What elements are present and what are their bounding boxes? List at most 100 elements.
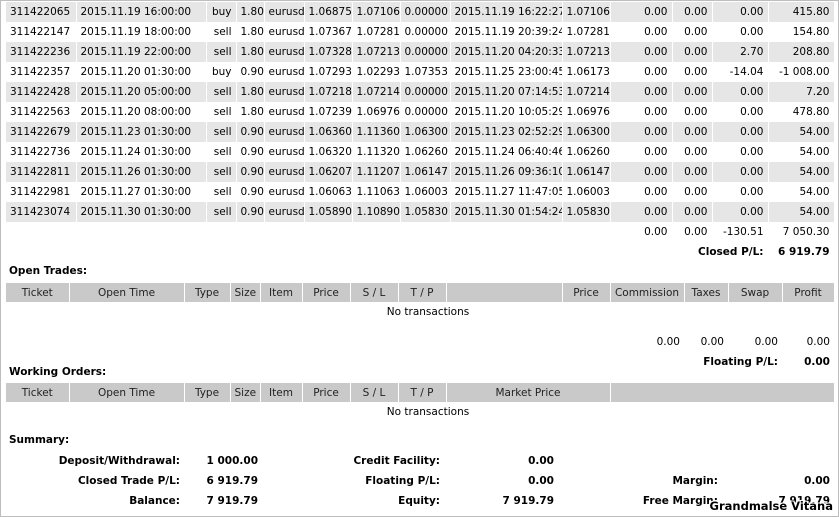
cell-size: 0.90 (236, 202, 265, 222)
cell-sl: 1.11320 (352, 142, 401, 162)
cell-price: 1.06207 (304, 162, 353, 182)
cell-swap: 0.00 (712, 122, 769, 142)
cell-price: 1.05890 (304, 202, 353, 222)
open-trades-header: Ticket Open Time Type Size Item Price S / LT /… (6, 283, 835, 302)
cell-sl: 1.11360 (352, 122, 401, 142)
closed-trades-body: 311422065 2015.11.19 16:00:00 buy 1.80 eurus… (6, 2, 835, 222)
cell-size: 1.80 (236, 42, 265, 62)
cell-item: eurusd (264, 102, 305, 122)
working-orders-header: Ticket Open Time Type Size Item Price S / LT /… (6, 383, 835, 402)
cell-item: eurusd (264, 22, 305, 42)
cell-open-time: 2015.11.19 22:00:00 (76, 42, 207, 62)
working-orders-title: Working Orders: (9, 366, 107, 378)
total-commission: 0.00 (610, 222, 673, 242)
cell-open-time: 2015.11.20 08:00:00 (76, 102, 207, 122)
cell-close-price: 1.07214 (562, 82, 611, 102)
cell-close-price: 1.06003 (562, 182, 611, 202)
open-header-cell: Swap (728, 283, 783, 302)
cell-item: eurusd (264, 202, 305, 222)
cell-open-time: 2015.11.20 05:00:00 (76, 82, 207, 102)
cell-profit: 478.80 (768, 102, 835, 122)
closed-pl-value: 6 919.79 (768, 242, 835, 262)
cell-close-price: 1.06300 (562, 122, 611, 142)
table-row: 311422811 2015.11.26 01:30:00 sell 0.90 euru… (6, 162, 835, 182)
open-header-cell: Price (562, 283, 611, 302)
free-margin-label: Free Margin: (642, 495, 718, 507)
margin-value: 0.00 (804, 475, 830, 487)
open-header-cell: Taxes (684, 283, 729, 302)
closed-pl-label: Closed P/L: (610, 242, 769, 262)
cell-swap: 0.00 (712, 162, 769, 182)
balance-label: Balance: (129, 495, 180, 507)
cell-close-time: 2015.11.20 07:14:53 (450, 82, 563, 102)
open-header-cell: T / P (398, 283, 447, 302)
credit-value: 0.00 (528, 455, 554, 467)
cell-sl: 1.07214 (352, 82, 401, 102)
open-totals-row: 0.00 0.00 0.00 0.00 (6, 332, 834, 352)
cell-ticket: 311423074 (6, 202, 77, 222)
total-swap: -130.51 (712, 222, 769, 242)
cell-item: eurusd (264, 162, 305, 182)
cell-commission: 0.00 (610, 62, 673, 82)
cell-open-time: 2015.11.27 01:30:00 (76, 182, 207, 202)
cell-commission: 0.00 (610, 142, 673, 162)
cell-taxes: 0.00 (672, 142, 713, 162)
cell-taxes: 0.00 (672, 122, 713, 142)
cell-swap: 0.00 (712, 142, 769, 162)
cell-close-price: 1.07213 (562, 42, 611, 62)
cell-ticket: 311422736 (6, 142, 77, 162)
cell-swap: -14.04 (712, 62, 769, 82)
cell-open-time: 2015.11.19 16:00:00 (76, 2, 207, 22)
cell-close-time: 2015.11.25 23:00:45 (450, 62, 563, 82)
floating-pl-row: Floating P/L: 0.00 (6, 352, 834, 372)
cell-sl: 1.07281 (352, 22, 401, 42)
cell-type: sell (206, 202, 237, 222)
cell-ticket: 311422147 (6, 22, 77, 42)
total-profit: 7 050.30 (768, 222, 835, 242)
cell-commission: 0.00 (610, 122, 673, 142)
cell-type: sell (206, 82, 237, 102)
cell-close-time: 2015.11.30 01:54:24 (450, 202, 563, 222)
cell-close-price: 1.06260 (562, 142, 611, 162)
open-total-profit: 0.00 (806, 336, 830, 348)
cell-price: 1.06063 (304, 182, 353, 202)
table-row: 311422563 2015.11.20 08:00:00 sell 1.80 euru… (6, 102, 835, 122)
cell-swap: 2.70 (712, 42, 769, 62)
cell-close-time: 2015.11.24 06:40:46 (450, 142, 563, 162)
wo-header-cell: Item (260, 383, 303, 402)
cell-profit: 54.00 (768, 122, 835, 142)
cell-open-time: 2015.11.26 01:30:00 (76, 162, 207, 182)
cell-item: eurusd (264, 82, 305, 102)
cell-price: 1.07293 (304, 62, 353, 82)
open-no-transactions: No transactions (386, 306, 470, 318)
cell-tp: 0.00000 (400, 82, 451, 102)
open-trades-title: Open Trades: (9, 265, 88, 277)
floating-pl-value: 0.00 (804, 356, 830, 368)
cell-open-time: 2015.11.19 18:00:00 (76, 22, 207, 42)
cell-type: buy (206, 62, 237, 82)
cell-item: eurusd (264, 62, 305, 82)
cell-profit: 154.80 (768, 22, 835, 42)
cell-commission: 0.00 (610, 102, 673, 122)
cell-profit: -1 008.00 (768, 62, 835, 82)
table-row: 311422065 2015.11.19 16:00:00 buy 1.80 eurus… (6, 2, 835, 22)
equity-label: Equity: (398, 495, 440, 507)
cell-profit: 7.20 (768, 82, 835, 102)
cell-ticket: 311422981 (6, 182, 77, 202)
open-header-cell: S / L (350, 283, 399, 302)
cell-close-time: 2015.11.26 09:36:10 (450, 162, 563, 182)
table-row: 311422679 2015.11.23 01:30:00 sell 0.90 euru… (6, 122, 835, 142)
total-taxes: 0.00 (672, 222, 713, 242)
closed-totals-row: 0.00 0.00 -130.51 7 050.30 (6, 222, 835, 242)
equity-value: 7 919.79 (502, 495, 554, 507)
cell-size: 1.80 (236, 82, 265, 102)
wo-header-cell: Ticket (6, 383, 70, 402)
cell-close-time: 2015.11.19 16:22:27 (450, 2, 563, 22)
cell-swap: 0.00 (712, 182, 769, 202)
cell-size: 1.80 (236, 2, 265, 22)
cell-commission: 0.00 (610, 162, 673, 182)
wo-no-transactions: No transactions (386, 406, 470, 418)
cell-ticket: 311422811 (6, 162, 77, 182)
table-row: 311423074 2015.11.30 01:30:00 sell 0.90 euru… (6, 202, 835, 222)
table-row: 311422736 2015.11.24 01:30:00 sell 0.90 euru… (6, 142, 835, 162)
